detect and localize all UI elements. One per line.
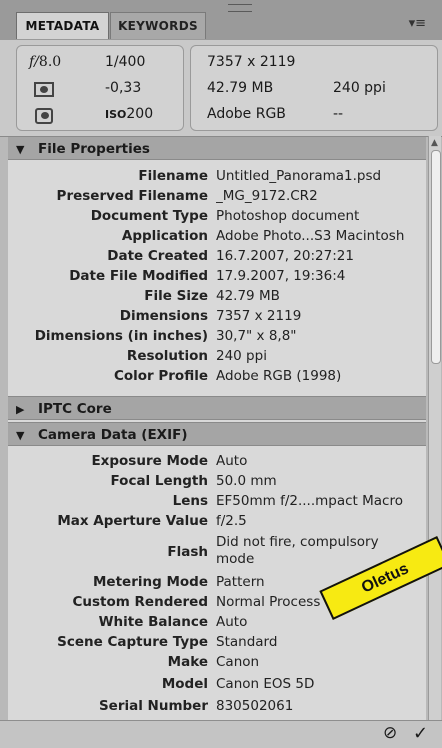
field-label: Date Created (107, 248, 208, 264)
field-value[interactable]: Auto (216, 612, 426, 632)
field-label: Flash (167, 544, 208, 560)
section-title: Camera Data (EXIF) (38, 427, 188, 443)
iso-row: ISO200 (17, 106, 185, 130)
field-label: Custom Rendered (72, 594, 208, 610)
field-label: Focal Length (110, 473, 209, 489)
metadata-summary: f/8.0 1/400 -0,33 ISO200 7357 x 2119 42.… (0, 40, 442, 137)
summary-color-row: Adobe RGB -- (207, 106, 427, 128)
field-value[interactable]: f/2.5 (216, 511, 426, 531)
panel-grip[interactable] (228, 4, 252, 12)
field-value[interactable]: 7357 x 2119 (216, 306, 426, 326)
field-value[interactable]: Canon (216, 652, 426, 672)
panel-menu-icon[interactable]: ▾≡ (409, 16, 426, 31)
summary-file-size: 42.79 MB (207, 80, 274, 96)
vertical-scrollbar[interactable]: ▲ (428, 136, 441, 720)
iso-value: ISO200 (105, 106, 154, 122)
field-value[interactable]: 30,7" x 8,8" (216, 326, 426, 346)
field-value[interactable]: _MG_9172.CR2 (216, 186, 426, 206)
aperture-icon: f/8.0 (29, 54, 62, 70)
field-value[interactable]: Untitled_Panorama1.psd (216, 166, 426, 186)
tab-metadata[interactable]: METADATA (16, 12, 109, 39)
checkmark-icon[interactable]: ✓ (413, 723, 428, 744)
bottom-toolbar: ⊘ ✓ (0, 720, 442, 748)
field-label: Resolution (126, 348, 208, 364)
field-label: Lens (172, 493, 208, 509)
field-label: Exposure Mode (91, 453, 208, 469)
metadata-panel: METADATA KEYWORDS ▾≡ f/8.0 1/400 -0,33 I… (0, 0, 442, 748)
field-value[interactable]: 17.9.2007, 19:36:4 (216, 266, 426, 286)
field-value[interactable]: Adobe Photo...S3 Macintosh (216, 226, 426, 246)
disclosure-open-icon: ▼ (16, 143, 25, 156)
summary-color-space: Adobe RGB (207, 106, 286, 122)
metering-icon (29, 80, 59, 99)
field-label: Filename (138, 168, 208, 184)
metadata-list: ▼ File Properties Filename Untitled_Panora… (8, 136, 426, 720)
summary-dimensions: 7357 x 2119 (207, 54, 296, 70)
summary-resolution: 240 ppi (333, 80, 386, 96)
field-label: Model (161, 676, 208, 692)
field-value[interactable]: Canon EOS 5D (216, 674, 426, 694)
field-label: White Balance (98, 614, 208, 630)
exposure-row: -0,33 (17, 80, 185, 104)
tab-bar: METADATA KEYWORDS ▾≡ (0, 0, 442, 41)
field-label: Color Profile (113, 368, 208, 384)
field-value[interactable]: Auto (216, 451, 426, 471)
disclosure-open-icon: ▼ (16, 429, 25, 442)
section-title: File Properties (38, 141, 150, 157)
field-label: Make (167, 654, 208, 670)
camera-icon (29, 106, 59, 126)
disclosure-closed-icon: ▶ (16, 403, 25, 416)
table-row: Flash Did not fire, compulsory mode (8, 534, 426, 570)
shutter-speed: 1/400 (105, 54, 146, 70)
field-value[interactable]: 830502061 (216, 696, 426, 716)
section-iptc-core[interactable]: ▶ IPTC Core (8, 396, 426, 420)
section-title: IPTC Core (38, 401, 112, 417)
field-label: Scene Capture Type (57, 634, 208, 650)
cancel-icon[interactable]: ⊘ (383, 723, 397, 743)
field-label: Dimensions (in inches) (34, 328, 208, 344)
field-label: Document Type (90, 208, 208, 224)
section-camera-data[interactable]: ▼ Camera Data (EXIF) (8, 422, 426, 446)
section-file-properties[interactable]: ▼ File Properties (8, 136, 426, 160)
exposure-compensation: -0,33 (105, 80, 142, 96)
field-label: File Size (144, 288, 208, 304)
summary-extra: -- (333, 106, 344, 122)
aperture-row: f/8.0 1/400 (17, 54, 185, 78)
field-label: Serial Number (98, 698, 208, 714)
field-value[interactable]: 240 ppi (216, 346, 426, 366)
field-label: Max Aperture Value (57, 513, 208, 529)
scrollbar-thumb[interactable] (431, 150, 441, 364)
field-value[interactable]: 50.0 mm (216, 471, 426, 491)
field-label: Preserved Filename (56, 188, 208, 204)
field-value[interactable]: Standard (216, 632, 426, 652)
field-value[interactable]: EF50mm f/2....mpact Macro (216, 491, 426, 511)
scroll-up-icon[interactable]: ▲ (431, 138, 438, 148)
field-label: Application (121, 228, 208, 244)
field-value[interactable]: Photoshop document (216, 206, 426, 226)
field-value[interactable]: 42.79 MB (216, 286, 426, 306)
field-value[interactable]: Adobe RGB (1998) (216, 366, 426, 386)
summary-size-row: 42.79 MB 240 ppi (207, 80, 427, 102)
field-label: Date File Modified (69, 268, 208, 284)
tab-keywords[interactable]: KEYWORDS (110, 12, 206, 39)
field-label: Metering Mode (93, 574, 208, 590)
field-value[interactable]: 16.7.2007, 20:27:21 (216, 246, 426, 266)
file-summary-box: 7357 x 2119 42.79 MB 240 ppi Adobe RGB -… (190, 45, 438, 131)
camera-summary-box: f/8.0 1/400 -0,33 ISO200 (16, 45, 184, 131)
field-label: Dimensions (119, 308, 208, 324)
